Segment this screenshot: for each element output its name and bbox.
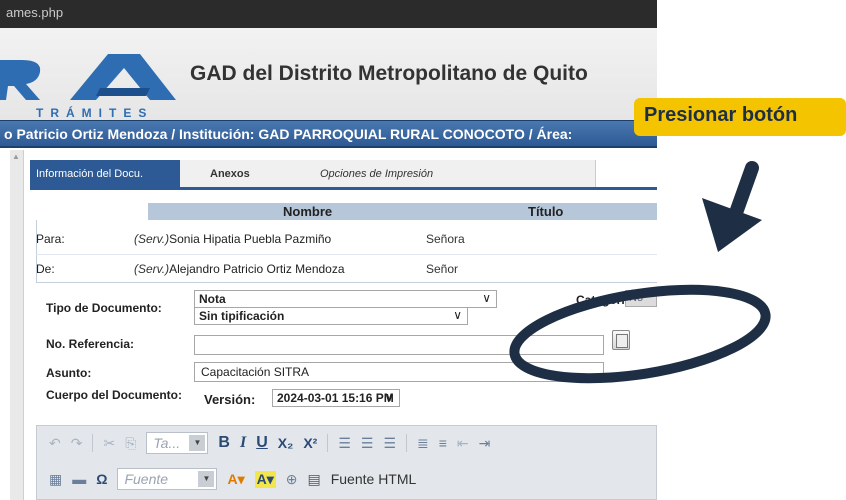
combo-arrow-icon: ▼ bbox=[189, 435, 206, 451]
scroll-up-icon[interactable]: ▲ bbox=[12, 152, 20, 161]
align-center-icon[interactable]: ☰ bbox=[361, 435, 374, 452]
name-text-to: Sonia Hipatia Puebla Pazmiño bbox=[169, 232, 332, 246]
document-type-label: Tipo de Documento: bbox=[46, 301, 162, 315]
recipient-row-to: Para: (Serv.)Sonia Hipatia Puebla Pazmiñ… bbox=[36, 228, 657, 250]
text-color-icon[interactable]: A▾ bbox=[227, 471, 244, 488]
font-combo-value: Fuente bbox=[124, 471, 169, 487]
document-type-select[interactable]: Nota ∨ bbox=[194, 290, 497, 308]
sitra-logo bbox=[0, 54, 176, 100]
superscript-button[interactable]: X² bbox=[303, 435, 317, 451]
tab-bar: Información del Docu. Anexos Opciones de… bbox=[30, 160, 657, 190]
table-icon[interactable]: ▦ bbox=[49, 471, 62, 488]
bulleted-list-icon[interactable]: ≡ bbox=[439, 435, 447, 451]
row-label-to: Para: bbox=[36, 232, 65, 246]
copy-icon[interactable]: ⎘ bbox=[125, 435, 136, 452]
recipient-title-from: Señor bbox=[426, 262, 459, 276]
tab-print-options[interactable]: Opciones de Impresión bbox=[310, 160, 480, 187]
cut-icon[interactable]: ✂ bbox=[103, 435, 115, 452]
row-label-from: De: bbox=[36, 262, 55, 276]
version-value: 2024-03-01 15:16 PM bbox=[277, 391, 394, 405]
source-html-button[interactable]: Fuente HTML bbox=[331, 471, 417, 487]
bold-button[interactable]: B bbox=[218, 434, 230, 452]
document-body-label: Cuerpo del Documento: bbox=[46, 388, 183, 402]
reference-label: No. Referencia: bbox=[46, 337, 135, 351]
organization-title: GAD del Distrito Metropolitano de Quito bbox=[190, 62, 588, 85]
tab-bar-filler bbox=[595, 160, 657, 187]
subject-label: Asunto: bbox=[46, 366, 92, 380]
name-text-from: Alejandro Patricio Ortiz Mendoza bbox=[169, 262, 345, 276]
recipient-name-from[interactable]: (Serv.)Alejandro Patricio Ortiz Mendoza bbox=[134, 262, 345, 276]
tab-attachments[interactable]: Anexos bbox=[190, 160, 330, 187]
style-combo-value: Ta... bbox=[153, 435, 181, 451]
callout-text: Presionar botón bbox=[644, 104, 798, 126]
instruction-callout: Presionar botón bbox=[634, 98, 846, 136]
combo-arrow-icon: ▼ bbox=[198, 471, 215, 487]
special-character-icon[interactable]: Ω bbox=[96, 471, 107, 487]
column-name-header: Nombre bbox=[283, 204, 333, 219]
recipients-row-divider bbox=[36, 254, 657, 255]
recipients-header: Nombre Título bbox=[148, 203, 657, 220]
maximize-icon[interactable]: ⊕ bbox=[286, 471, 298, 488]
subscript-button[interactable]: X₂ bbox=[278, 435, 294, 451]
user-info-text: o Patricio Ortiz Mendoza / Institución: … bbox=[4, 126, 573, 142]
align-right-icon[interactable]: ☰ bbox=[383, 435, 396, 452]
toolbar-divider bbox=[92, 434, 94, 452]
service-prefix-to: (Serv.) bbox=[134, 232, 170, 246]
version-label: Versión: bbox=[204, 392, 256, 407]
vertical-scrollbar[interactable]: ▲ bbox=[10, 150, 24, 500]
undo-icon[interactable]: ↶ bbox=[49, 435, 61, 452]
recipient-title-to: Señora bbox=[426, 232, 465, 246]
style-combo[interactable]: Ta... ▼ bbox=[146, 432, 209, 454]
underline-button[interactable]: U bbox=[256, 434, 268, 452]
tab-document-info[interactable]: Información del Docu. bbox=[30, 160, 180, 187]
screenshot-stage: ames.php TRÁMITES GAD del Distrito Metro… bbox=[0, 0, 846, 500]
chevron-down-icon: ∨ bbox=[385, 390, 394, 404]
reference-save-button[interactable] bbox=[612, 330, 630, 350]
chevron-down-icon: ∨ bbox=[453, 308, 462, 322]
background-color-icon[interactable]: A▾ bbox=[254, 470, 276, 488]
recipient-name-to[interactable]: (Serv.)Sonia Hipatia Puebla Pazmiño bbox=[134, 232, 331, 246]
indent-icon[interactable]: ⇥ bbox=[479, 435, 491, 452]
logo-caption: TRÁMITES bbox=[36, 106, 154, 120]
classification-select[interactable]: Sin tipificación ∨ bbox=[194, 307, 468, 325]
numbered-list-icon[interactable]: ≣ bbox=[417, 435, 429, 452]
align-left-icon[interactable]: ☰ bbox=[338, 435, 351, 452]
app-header: TRÁMITES GAD del Distrito Metropolitano … bbox=[0, 28, 657, 120]
document-type-value: Nota bbox=[199, 292, 226, 306]
horizontal-rule-icon[interactable]: ▬ bbox=[72, 471, 86, 487]
redo-icon[interactable]: ↷ bbox=[71, 435, 83, 452]
toolbar-row-2: ▦ ▬ Ω Fuente ▼ A▾ A▾ ⊕ ▤ Fuente HTML bbox=[49, 466, 416, 492]
italic-button[interactable]: I bbox=[240, 434, 246, 452]
outdent-icon[interactable]: ⇤ bbox=[457, 435, 469, 452]
reference-input[interactable] bbox=[194, 335, 604, 355]
toolbar-row-1: ↶ ↷ ✂ ⎘ Ta... ▼ B I U X₂ X² ☰ ☰ ☰ ≣ ≡ ⇤ ⇥ bbox=[49, 430, 500, 456]
classification-value: Sin tipificación bbox=[199, 309, 285, 323]
version-select[interactable]: 2024-03-01 15:16 PM ∨ bbox=[272, 389, 400, 407]
toolbar-divider bbox=[327, 434, 329, 452]
source-icon[interactable]: ▤ bbox=[307, 471, 320, 488]
chevron-down-icon: ∨ bbox=[482, 291, 491, 305]
recipient-row-from: De: (Serv.)Alejandro Patricio Ortiz Mend… bbox=[36, 258, 657, 280]
browser-bar: ames.php bbox=[0, 0, 657, 28]
annotation-arrow-icon bbox=[702, 161, 762, 252]
toolbar-divider bbox=[406, 434, 408, 452]
browser-url[interactable]: ames.php bbox=[6, 5, 63, 20]
column-title-header: Título bbox=[528, 204, 564, 219]
service-prefix-from: (Serv.) bbox=[134, 262, 170, 276]
rich-text-toolbar: ↶ ↷ ✂ ⎘ Ta... ▼ B I U X₂ X² ☰ ☰ ☰ ≣ ≡ ⇤ ⇥… bbox=[36, 425, 657, 500]
user-info-bar: o Patricio Ortiz Mendoza / Institución: … bbox=[0, 120, 657, 148]
font-combo[interactable]: Fuente ▼ bbox=[117, 468, 218, 490]
